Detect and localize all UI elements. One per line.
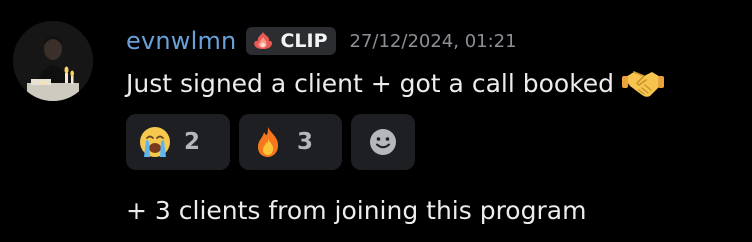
timestamp[interactable]: 27/12/2024, 01:21 <box>350 31 517 52</box>
fire-icon <box>258 127 279 157</box>
reaction-fire[interactable]: 3 <box>239 114 342 170</box>
flame-burst-icon <box>254 32 273 49</box>
handshake-icon <box>622 71 665 97</box>
message-followup-text: + 3 clients from joining this program <box>126 196 587 225</box>
message-header: evnwlmn CLIP 27/12/2024, 01:21 <box>126 24 517 58</box>
loudly-crying-face-icon <box>140 127 170 157</box>
add-reaction-button[interactable] <box>351 114 415 170</box>
avatar[interactable] <box>13 21 93 101</box>
message-content: Just signed a client + got a call booked <box>126 66 665 100</box>
avatar-photo <box>13 21 93 101</box>
reactions-bar: 2 3 <box>126 114 415 170</box>
clan-tag-label: CLIP <box>280 30 328 52</box>
chat-message: evnwlmn CLIP 27/12/2024, 01:21 Just sign… <box>0 0 752 242</box>
reaction-count: 2 <box>184 129 201 155</box>
reaction-loudly-crying[interactable]: 2 <box>126 114 230 170</box>
username[interactable]: evnwlmn <box>126 27 236 55</box>
smiley-add-reaction-icon <box>370 129 396 155</box>
clan-tag[interactable]: CLIP <box>246 27 336 55</box>
message-text: Just signed a client + got a call booked <box>126 68 615 98</box>
reaction-count: 3 <box>297 129 314 155</box>
